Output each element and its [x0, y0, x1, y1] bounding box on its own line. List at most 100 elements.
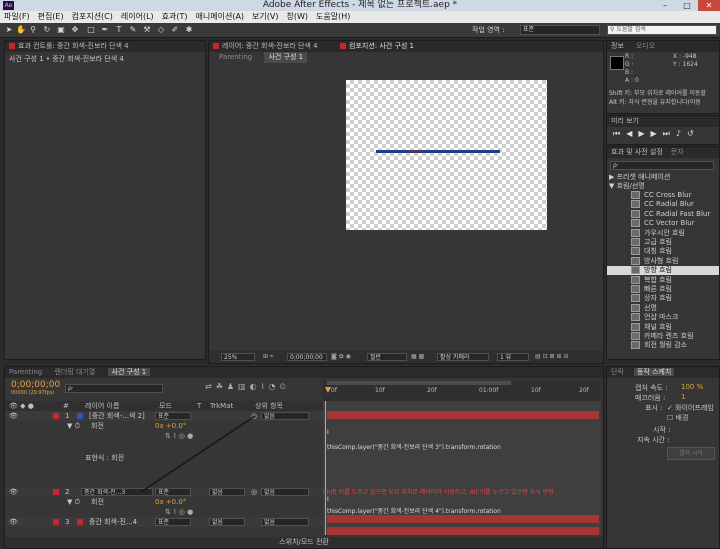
- eraser-tool-icon[interactable]: ◇: [156, 25, 166, 35]
- info-r: R :: [625, 53, 634, 60]
- close-button[interactable]: ✕: [698, 0, 720, 11]
- maximize-button[interactable]: □: [676, 0, 698, 11]
- group-animation-presets[interactable]: ▶ 프리셋 애니메이션: [609, 173, 670, 182]
- camera-select[interactable]: 활성 카메라: [437, 353, 489, 361]
- effect-item[interactable]: CC Cross Blur: [607, 191, 719, 200]
- camera-tool-icon[interactable]: ▣: [56, 25, 66, 35]
- expression-text-1[interactable]: thisComp.layer("중간 회색-진보라 단색 3").transfo…: [327, 442, 501, 451]
- expr-marker-2: I: [327, 496, 329, 503]
- effect-item[interactable]: CC Radial Fast Blur: [607, 209, 719, 219]
- menu-file[interactable]: 파일(F): [0, 11, 34, 23]
- fit-icon[interactable]: ⊞ ⌖: [263, 351, 273, 363]
- audio-icon[interactable]: ♪: [676, 129, 687, 138]
- viewer-options-icon[interactable]: ▤ ⊡ ⊠ ⊞ ⊟: [535, 351, 568, 363]
- help-search-input[interactable]: ⚲ 도움말 검색: [607, 25, 717, 35]
- effect-item[interactable]: 상자 흐림: [607, 294, 719, 303]
- effect-item[interactable]: 회전 월링 감소: [607, 341, 719, 350]
- minimize-button[interactable]: –: [654, 0, 676, 11]
- wireframe-checkbox[interactable]: ✓ 와이어프레임: [667, 403, 714, 413]
- subtab-comp[interactable]: 사건 구성 1: [264, 52, 308, 63]
- effect-item[interactable]: 카메라 렌즈 흐림: [607, 332, 719, 341]
- toggle-switches-modes-button[interactable]: 스위치/모드 전환: [5, 537, 603, 548]
- pen-tool-icon[interactable]: ✒: [100, 25, 110, 35]
- tab-audio[interactable]: 오디오: [636, 42, 655, 50]
- pan-behind-tool-icon[interactable]: ✥: [70, 25, 80, 35]
- tab-preview[interactable]: 미리 보기: [611, 117, 639, 125]
- snapshot-icon[interactable]: ◙ ✿ ◉: [331, 351, 351, 363]
- effect-item[interactable]: CC Vector Blur: [607, 219, 719, 228]
- smoothing-value[interactable]: 1: [681, 393, 685, 401]
- views-select[interactable]: 1 뷰: [497, 353, 529, 361]
- viewer-timecode[interactable]: 0;00;00;00: [287, 353, 327, 361]
- brush-tool-icon[interactable]: ✎: [128, 25, 138, 35]
- effect-item[interactable]: 고급 흐림: [607, 238, 719, 247]
- prev-frame-icon[interactable]: ◀: [626, 129, 638, 138]
- zoom-select[interactable]: 25%: [221, 353, 255, 361]
- effect-item[interactable]: 빠른 흐림: [607, 285, 719, 294]
- effect-item[interactable]: 선명: [607, 303, 719, 313]
- tab-effects-presets[interactable]: 효과 및 사전 설정: [611, 148, 663, 156]
- layer-3-bar[interactable]: [327, 515, 599, 523]
- loop-icon[interactable]: ↺: [687, 129, 700, 138]
- effect-item[interactable]: 복합 흐림: [607, 275, 719, 285]
- play-icon[interactable]: ▶: [638, 129, 650, 138]
- next-frame-icon[interactable]: ▶: [651, 129, 663, 138]
- layer-1-bar[interactable]: [327, 411, 599, 419]
- last-frame-icon[interactable]: ⏭: [663, 129, 676, 138]
- composition-canvas[interactable]: [346, 80, 547, 230]
- tab-info[interactable]: 정보: [611, 42, 624, 50]
- hand-tool-icon[interactable]: ✋: [16, 25, 26, 35]
- effect-icon: [631, 219, 640, 228]
- effect-item[interactable]: 방향 흐림: [607, 266, 719, 276]
- tab-motion-sketch[interactable]: 동작 스케치: [633, 368, 675, 376]
- background-checkbox[interactable]: ☐ 배경: [667, 413, 688, 423]
- menu-window[interactable]: 창(W): [282, 11, 312, 23]
- zoom-tool-icon[interactable]: ⚲: [28, 25, 38, 35]
- tab-layer[interactable]: 레이어: 중간 회색-진보라 단색 4: [222, 42, 318, 50]
- effect-item[interactable]: 채널 흐림: [607, 322, 719, 332]
- effect-controls-tab[interactable]: 효과 컨트롤: 중간 회색-진보라 단색 4: [5, 41, 205, 52]
- expression-text-2[interactable]: thisComp.layer("중간 회색-진보라 단색 4").transfo…: [327, 506, 501, 515]
- text-tool-icon[interactable]: T: [114, 25, 124, 35]
- puppet-tool-icon[interactable]: ✱: [184, 25, 194, 35]
- effect-item-label: 고급 흐림: [644, 238, 672, 246]
- tab-composition[interactable]: 컴포지션: 사건 구성 1: [349, 42, 414, 50]
- tab-character[interactable]: 문자: [671, 148, 684, 156]
- time-ruler[interactable]: 0f 10f 20f 01:00f 10f 20f: [323, 381, 601, 401]
- menu-help[interactable]: 도움말(H): [312, 11, 354, 23]
- effect-item[interactable]: 방사형 흐림: [607, 256, 719, 266]
- track-area[interactable]: I thisComp.layer("중간 회색-진보라 단색 3").trans…: [323, 401, 601, 535]
- first-frame-icon[interactable]: ⏮: [613, 129, 626, 138]
- group-blur-sharpen[interactable]: ▼ 흐림/선명: [609, 182, 645, 191]
- work-area-bar[interactable]: [327, 381, 511, 385]
- menu-edit[interactable]: 편집(E): [34, 11, 68, 23]
- window-title: Adobe After Effects - 제목 없는 프로젝트.aep *: [262, 0, 458, 10]
- effect-item[interactable]: CC Radial Blur: [607, 200, 719, 209]
- layer-line-shape[interactable]: [376, 150, 500, 153]
- subtab-parenting[interactable]: Parenting: [219, 53, 252, 61]
- toggle-switches-label: 스위치/모드 전환: [279, 538, 329, 546]
- rectangle-tool-icon[interactable]: □: [86, 25, 96, 35]
- tab-paragraph[interactable]: 단락: [611, 368, 624, 376]
- info-panel: 정보 오디오 R : G : B : A : 0 X : -948 Y : 162…: [606, 40, 720, 114]
- menu-layer[interactable]: 레이어(L): [117, 11, 158, 23]
- ruler-tick-label: 01:00f: [479, 387, 499, 394]
- menu-view[interactable]: 보기(V): [248, 11, 282, 23]
- resolution-select[interactable]: 절반: [367, 353, 407, 361]
- menu-composition[interactable]: 컴포지션(C): [68, 11, 117, 23]
- menu-animation[interactable]: 애니메이션(A): [192, 11, 249, 23]
- menu-effect[interactable]: 효과(T): [158, 11, 192, 23]
- start-capture-button[interactable]: 캡처 시작: [667, 447, 715, 460]
- region-icon[interactable]: ▦ ▩: [411, 351, 424, 363]
- capture-speed-value[interactable]: 100 %: [681, 383, 703, 391]
- rotate-tool-icon[interactable]: ↻: [42, 25, 52, 35]
- effect-item[interactable]: 가우시안 흐림: [607, 228, 719, 238]
- selection-tool-icon[interactable]: ➤: [4, 25, 14, 35]
- effects-search-input[interactable]: ρ·: [610, 161, 714, 170]
- workspace-select[interactable]: 표준: [520, 25, 600, 35]
- playhead-icon[interactable]: [325, 387, 331, 393]
- roto-brush-tool-icon[interactable]: ✐: [170, 25, 180, 35]
- effect-item[interactable]: 대칭 흐림: [607, 247, 719, 256]
- effect-item[interactable]: 언샵 마스크: [607, 313, 719, 322]
- clone-stamp-tool-icon[interactable]: ⚒: [142, 25, 152, 35]
